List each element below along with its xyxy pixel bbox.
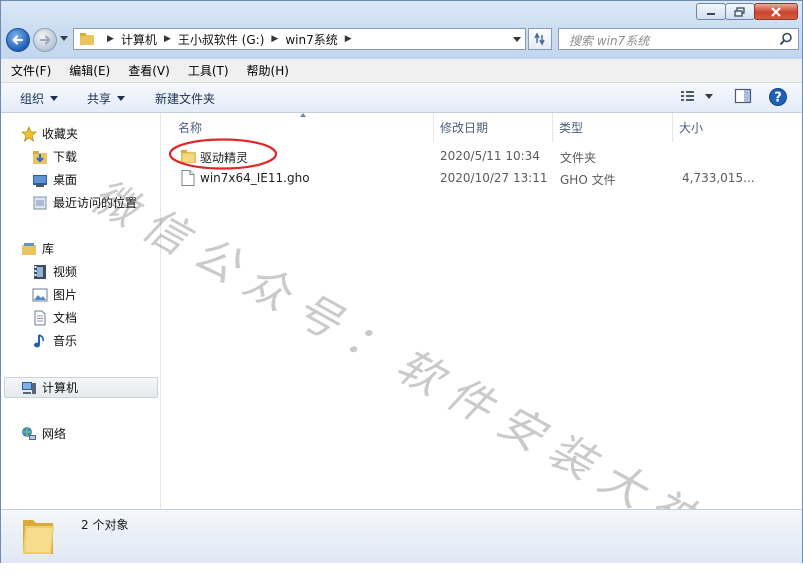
nav-label: 文档 xyxy=(53,311,78,325)
column-header-name[interactable]: 名称 xyxy=(178,119,202,136)
folder-icon xyxy=(80,33,94,45)
nav-item-videos[interactable]: 视频 xyxy=(32,263,77,280)
nav-item-documents[interactable]: 文档 xyxy=(32,309,77,326)
search-placeholder: 搜索 win7系统 xyxy=(569,34,650,48)
menu-bar: 文件(F) 编辑(E) 查看(V) 工具(T) 帮助(H) xyxy=(1,59,802,83)
menu-help[interactable]: 帮助(H) xyxy=(237,62,297,79)
nav-label: 计算机 xyxy=(42,381,79,395)
library-icon xyxy=(21,241,37,257)
close-button[interactable] xyxy=(754,3,798,20)
documents-icon xyxy=(32,310,48,326)
search-icon[interactable] xyxy=(779,32,793,46)
network-icon xyxy=(21,426,37,442)
navigation-pane: 收藏夹 下载 桌面 最近访问的位置 库 视频 图片 文档 音乐 计算机 网络 xyxy=(1,113,161,509)
star-icon xyxy=(21,125,37,142)
column-header-modified[interactable]: 修改日期 xyxy=(440,119,488,136)
file-name: win7x64_IE11.gho xyxy=(200,171,310,185)
music-note-icon xyxy=(32,333,48,349)
maximize-button[interactable] xyxy=(725,3,755,20)
menu-view[interactable]: 查看(V) xyxy=(118,62,178,79)
file-list: 名称 修改日期 类型 大小 驱动精灵 2020/5/11 10:34 文件夹 w… xyxy=(161,113,802,509)
nav-label: 下载 xyxy=(53,150,78,164)
nav-label: 收藏夹 xyxy=(42,127,79,141)
breadcrumb-computer[interactable]: 计算机 xyxy=(121,31,157,48)
nav-label: 库 xyxy=(42,242,55,256)
nav-item-music[interactable]: 音乐 xyxy=(32,332,77,349)
nav-label: 最近访问的位置 xyxy=(53,196,138,210)
recent-pages-dropdown[interactable] xyxy=(60,36,68,41)
file-type: 文件夹 xyxy=(560,151,597,165)
annotation-circle xyxy=(168,138,278,170)
pictures-icon xyxy=(32,287,48,303)
chevron-down-icon xyxy=(117,96,126,101)
chevron-right-icon[interactable]: ▶ xyxy=(271,34,278,44)
menu-edit[interactable]: 编辑(E) xyxy=(59,62,118,79)
nav-libraries[interactable]: 库 xyxy=(21,240,54,257)
minimize-button[interactable] xyxy=(696,3,726,20)
nav-item-downloads[interactable]: 下载 xyxy=(32,148,77,165)
explorer-window: ▶ 计算机 ▶ 王小叔软件 (G:) ▶ win7系统 ▶ 搜索 win7系统 … xyxy=(0,0,803,563)
nav-label: 网络 xyxy=(42,427,67,441)
nav-item-recent[interactable]: 最近访问的位置 xyxy=(32,194,137,211)
computer-icon xyxy=(21,380,37,396)
nav-label: 视频 xyxy=(53,265,78,279)
menu-file[interactable]: 文件(F) xyxy=(1,62,59,79)
preview-pane-icon[interactable] xyxy=(734,88,752,104)
nav-computer[interactable]: 计算机 xyxy=(21,379,78,396)
help-icon[interactable]: ? xyxy=(768,87,788,107)
details-pane: 2 个对象 xyxy=(1,509,802,563)
refresh-icon xyxy=(534,32,545,46)
organize-label: 组织 xyxy=(20,92,45,106)
video-icon xyxy=(32,264,48,280)
nav-item-desktop[interactable]: 桌面 xyxy=(32,171,77,188)
chevron-right-icon[interactable]: ▶ xyxy=(164,34,171,44)
chevron-right-icon[interactable]: ▶ xyxy=(107,34,114,44)
share-label: 共享 xyxy=(87,92,112,106)
search-input[interactable]: 搜索 win7系统 xyxy=(558,28,799,50)
sort-ascending-icon xyxy=(300,113,306,117)
svg-text:?: ? xyxy=(774,91,782,106)
address-dropdown[interactable] xyxy=(513,37,521,42)
file-modified: 2020/5/11 10:34 xyxy=(440,149,540,163)
recent-places-icon xyxy=(32,195,48,211)
nav-label: 音乐 xyxy=(53,334,78,348)
desktop-icon xyxy=(32,172,48,188)
menu-tools[interactable]: 工具(T) xyxy=(178,62,237,79)
column-divider[interactable] xyxy=(552,113,553,142)
column-header-type[interactable]: 类型 xyxy=(559,119,583,136)
folder-icon xyxy=(23,520,54,554)
file-modified: 2020/10/27 13:11 xyxy=(440,171,548,185)
address-bar[interactable]: ▶ 计算机 ▶ 王小叔软件 (G:) ▶ win7系统 ▶ xyxy=(73,28,526,50)
nav-label: 桌面 xyxy=(53,173,78,187)
downloads-folder-icon xyxy=(32,149,48,165)
new-folder-button[interactable]: 新建文件夹 xyxy=(155,90,215,107)
share-button[interactable]: 共享 xyxy=(87,90,126,107)
chevron-right-icon[interactable]: ▶ xyxy=(345,34,352,44)
nav-network[interactable]: 网络 xyxy=(21,425,66,442)
refresh-button[interactable] xyxy=(528,28,552,50)
file-size: 4,733,015... xyxy=(682,171,755,185)
forward-button[interactable] xyxy=(33,28,57,52)
command-bar: 组织 共享 新建文件夹 ? xyxy=(1,83,802,113)
organize-button[interactable]: 组织 xyxy=(20,90,59,107)
breadcrumb-drive[interactable]: 王小叔软件 (G:) xyxy=(178,31,265,48)
chevron-down-icon xyxy=(50,96,59,101)
item-count: 2 个对象 xyxy=(81,518,129,532)
title-bar: ▶ 计算机 ▶ 王小叔软件 (G:) ▶ win7系统 ▶ 搜索 win7系统 xyxy=(1,1,802,59)
nav-item-pictures[interactable]: 图片 xyxy=(32,286,77,303)
column-header-size[interactable]: 大小 xyxy=(679,119,703,136)
column-divider[interactable] xyxy=(672,113,673,142)
column-divider[interactable] xyxy=(433,113,434,142)
back-button[interactable] xyxy=(6,28,30,52)
breadcrumb-folder[interactable]: win7系统 xyxy=(285,31,337,48)
window-controls xyxy=(696,3,798,20)
file-type: GHO 文件 xyxy=(560,173,616,187)
nav-favorites[interactable]: 收藏夹 xyxy=(21,125,78,142)
nav-label: 图片 xyxy=(53,288,78,302)
view-options-icon[interactable] xyxy=(679,88,715,104)
